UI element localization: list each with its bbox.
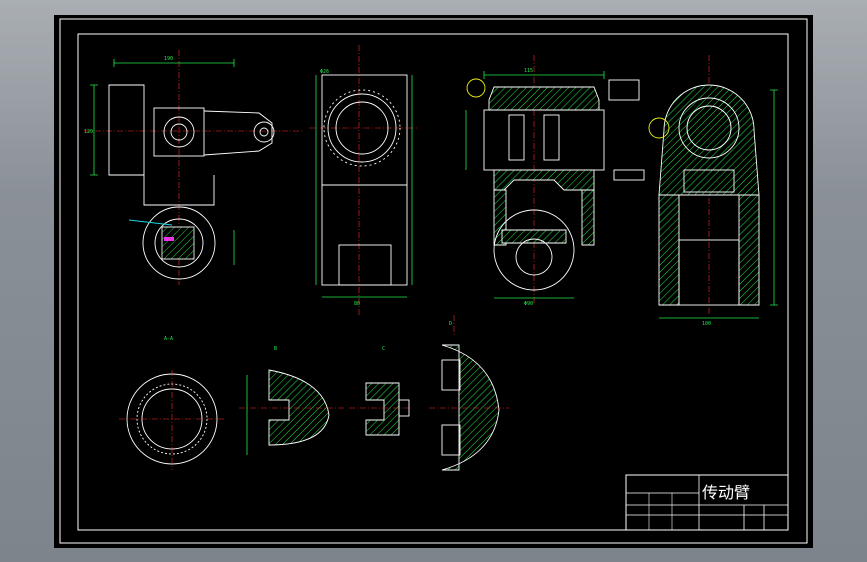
view-front-arm: 190 120 xyxy=(84,50,304,285)
svg-text:100: 100 xyxy=(702,321,711,327)
svg-text:A-A: A-A xyxy=(164,336,173,342)
detail-ring: A-A xyxy=(119,336,224,470)
title-block: 传动臂 xyxy=(625,474,789,531)
svg-text:Φ26: Φ26 xyxy=(320,69,329,75)
detail-c: C xyxy=(349,346,410,436)
svg-text:Φ90: Φ90 xyxy=(524,301,533,307)
svg-text:B: B xyxy=(274,346,277,352)
svg-text:C: C xyxy=(382,346,385,352)
view-side: 80 Φ26 xyxy=(309,45,419,315)
svg-text:115: 115 xyxy=(524,68,533,74)
drawing-title: 传动臂 xyxy=(702,483,750,502)
detail-b: B xyxy=(239,346,344,455)
drawing-viewport[interactable]: 190 120 80 Φ26 115 Φ90 100 A-A B C D 传动臂 xyxy=(54,15,813,548)
svg-text:190: 190 xyxy=(164,56,173,62)
svg-text:120: 120 xyxy=(84,129,93,135)
svg-text:D: D xyxy=(449,321,452,327)
cad-drawing: 190 120 80 Φ26 115 Φ90 100 A-A B C D 传动臂 xyxy=(59,18,808,544)
view-right-section: 100 xyxy=(648,55,778,327)
detail-d: D xyxy=(429,315,509,471)
view-section: 115 Φ90 xyxy=(465,55,645,307)
svg-text:80: 80 xyxy=(354,301,360,307)
